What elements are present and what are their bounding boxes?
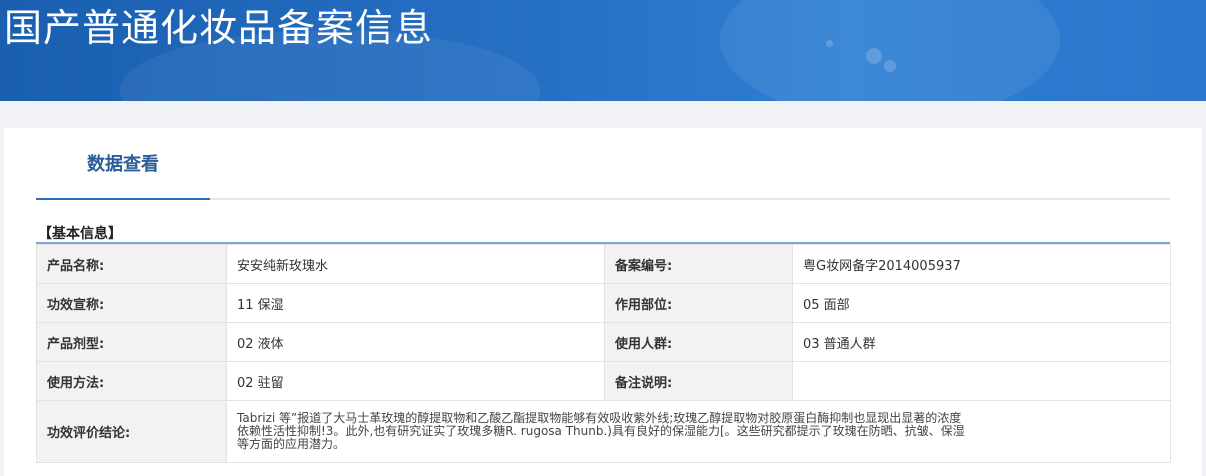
target-group-value: 03 普通人群 (792, 322, 1171, 362)
usage-method-value: 02 驻留 (226, 361, 605, 401)
banner-decoration (884, 60, 896, 72)
record-no-value: 粤G妆网备字2014005937 (792, 244, 1171, 284)
remarks-label: 备注说明: (604, 361, 793, 401)
efficacy-conclusion-label: 功效评价结论: (36, 400, 227, 463)
dosage-form-value: 02 液体 (226, 322, 605, 362)
table-row: 功效宣称: 11 保湿 作用部位: 05 面部 (36, 283, 1171, 323)
application-site-value: 05 面部 (792, 283, 1171, 323)
basic-info-table: 产品名称: 安安纯新玫瑰水 备案编号: 粤G妆网备字2014005937 功效宣… (36, 244, 1171, 463)
dosage-form-label: 产品剂型: (36, 322, 227, 362)
product-name-value: 安安纯新玫瑰水 (226, 244, 605, 284)
tab-data-view[interactable]: 数据查看 (36, 128, 210, 200)
application-site-label: 作用部位: (604, 283, 793, 323)
table-row: 产品名称: 安安纯新玫瑰水 备案编号: 粤G妆网备字2014005937 (36, 244, 1171, 284)
section-title: 【基本信息】 (38, 226, 122, 242)
page-title: 国产普通化妆品备案信息 (4, 6, 434, 50)
record-no-label: 备案编号: (604, 244, 793, 284)
banner-decoration (720, 0, 1060, 101)
table-row: 产品剂型: 02 液体 使用人群: 03 普通人群 (36, 322, 1171, 362)
usage-method-label: 使用方法: (36, 361, 227, 401)
content-card: 数据查看 【基本信息】 产品名称: 安安纯新玫瑰水 备案编号: 粤G妆网备字20… (4, 128, 1202, 476)
target-group-label: 使用人群: (604, 322, 793, 362)
page-banner: 国产普通化妆品备案信息 (0, 0, 1206, 101)
table-row: 使用方法: 02 驻留 备注说明: (36, 361, 1171, 401)
efficacy-conclusion-value: Tabrizi 等”报道了大马士革玫瑰的醇提取物和乙酸乙酯提取物能够有效吸收紫外… (226, 400, 1171, 463)
efficacy-claim-value: 11 保湿 (226, 283, 605, 323)
tab-bar: 数据查看 (36, 128, 1170, 200)
efficacy-claim-label: 功效宣称: (36, 283, 227, 323)
banner-decoration (826, 40, 833, 47)
table-row: 功效评价结论: Tabrizi 等”报道了大马士革玫瑰的醇提取物和乙酸乙酯提取物… (36, 400, 1171, 463)
product-name-label: 产品名称: (36, 244, 227, 284)
remarks-value (792, 361, 1171, 401)
banner-decoration (866, 48, 882, 64)
